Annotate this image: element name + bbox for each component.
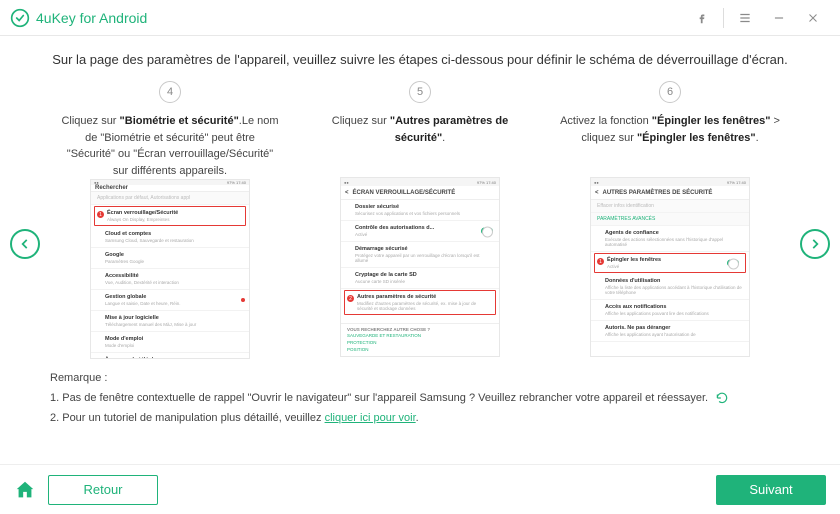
phone-statusbar: ●●97% 17:40 [341, 178, 499, 186]
step-4: 4 Cliquez sur "Biométrie et sécurité".Le… [60, 81, 280, 359]
remark-line1: 1. Pas de fenêtre contextuelle de rappel… [50, 389, 790, 409]
phone-statusbar: ●●97% 17:40 [591, 178, 749, 186]
list-item: Mise à jour logicielleTéléchargement man… [91, 311, 249, 332]
footer-bar: Retour Suivant [0, 464, 840, 514]
menu-icon [738, 11, 752, 25]
list-item: À propos du téléphone [91, 353, 249, 359]
prev-page-button[interactable] [10, 229, 40, 259]
phone-header: <ÉCRAN VERROUILLAGE/SÉCURITÉ [341, 186, 499, 200]
list-item: Accès aux notificationsAffiche les appli… [591, 300, 749, 321]
subhead: Applications par défaut, Autorisations a… [91, 192, 249, 205]
step-number: 4 [159, 81, 181, 103]
titlebar: 4uKey for Android [0, 0, 840, 36]
minimize-icon [772, 11, 786, 25]
app-window: 4uKey for Android Sur la page des paramè… [0, 0, 840, 514]
phone-footer: VOUS RECHERCHEZ AUTRE CHOSE ? SAUVEGARDE… [341, 323, 499, 356]
list-item: Données d'utilisationAffiche la liste de… [591, 274, 749, 300]
list-item: Autoris. Ne pas dérangerAffiche les appl… [591, 321, 749, 342]
phone-list: Dossier sécuriséSécurisez vos applicatio… [341, 200, 499, 323]
list-item: Gestion globaleLangue et saisie, Date et… [91, 290, 249, 311]
list-item: Dossier sécuriséSécurisez vos applicatio… [341, 200, 499, 221]
list-item: Contrôle des autorisations d...Activé [341, 221, 499, 242]
remark-label: Remarque : [50, 369, 790, 389]
app-title: 4uKey for Android [36, 10, 147, 26]
list-item: 1Épingler les fenêtresActivé [594, 253, 746, 273]
list-item: GoogleParamètres Google [91, 248, 249, 269]
step-text: Cliquez sur "Biométrie et sécurité".Le n… [60, 113, 280, 179]
screenshot-step4: ●●97% 17:40 Rechercher Applications par … [90, 179, 250, 359]
menu-button[interactable] [728, 1, 762, 35]
screenshot-step5: ●●97% 17:40 <ÉCRAN VERROUILLAGE/SÉCURITÉ… [340, 177, 500, 357]
list-item: Mode d'emploiMode d'emploi [91, 332, 249, 353]
list-item: Cryptage de la carte SDAucune carte SD i… [341, 268, 499, 289]
grey-item: Effacer infos identification [591, 200, 749, 213]
content-area: Sur la page des paramètres de l'appareil… [0, 36, 840, 464]
tutorial-link[interactable]: cliquer ici pour voir [325, 412, 416, 424]
next-page-button[interactable] [800, 229, 830, 259]
step-text: Cliquez sur "Autres paramètres de sécuri… [310, 113, 530, 177]
facebook-button[interactable] [685, 1, 719, 35]
screenshot-step6: ●●97% 17:40 <AUTRES PARAMÈTRES DE SÉCURI… [590, 177, 750, 357]
step-number: 6 [659, 81, 681, 103]
chevron-right-icon [808, 237, 822, 251]
minimize-button[interactable] [762, 1, 796, 35]
toggle-icon [727, 260, 739, 267]
step-6: 6 Activez la fonction "Épingler les fenê… [560, 81, 780, 359]
phone-list: Agents de confianceExécute des actions s… [591, 226, 749, 356]
remark-line2: 2. Pour un tutoriel de manipulation plus… [50, 409, 790, 429]
facebook-icon [695, 11, 709, 25]
home-icon [14, 479, 36, 501]
page-title: Sur la page des paramètres de l'appareil… [50, 52, 790, 67]
remark-block: Remarque : 1. Pas de fenêtre contextuell… [50, 369, 790, 428]
close-button[interactable] [796, 1, 830, 35]
step-5: 5 Cliquez sur "Autres paramètres de sécu… [310, 81, 530, 359]
list-item: 1Écran verrouillage/SécuritéAlways On Di… [94, 206, 246, 226]
phone-search: Rechercher [91, 185, 249, 192]
next-button[interactable]: Suivant [716, 475, 826, 505]
phone-list: 1Écran verrouillage/SécuritéAlways On Di… [91, 205, 249, 359]
home-button[interactable] [14, 479, 36, 501]
phone-header: <AUTRES PARAMÈTRES DE SÉCURITÉ [591, 186, 749, 200]
chevron-left-icon [18, 237, 32, 251]
list-item: AccessibilitéVue, Audition, Dextérité et… [91, 269, 249, 290]
logo-icon [10, 8, 30, 28]
app-logo: 4uKey for Android [10, 8, 147, 28]
list-item: Agents de confianceExécute des actions s… [591, 226, 749, 252]
list-item: Démarrage sécuriséProtégez votre apparei… [341, 242, 499, 268]
list-item: 2Autres paramètres de sécuritéModifiez d… [344, 290, 496, 315]
refresh-button[interactable] [715, 391, 729, 405]
section-label: PARAMÈTRES AVANCÉS [591, 213, 749, 226]
toggle-icon [481, 228, 493, 235]
back-button[interactable]: Retour [48, 475, 158, 505]
alert-dot-icon [241, 298, 245, 302]
step-number: 5 [409, 81, 431, 103]
steps-container: 4 Cliquez sur "Biométrie et sécurité".Le… [50, 81, 790, 359]
separator [723, 8, 724, 28]
list-item: Cloud et comptesSamsung Cloud, Sauvegard… [91, 227, 249, 248]
close-icon [807, 12, 819, 24]
step-text: Activez la fonction "Épingler les fenêtr… [560, 113, 780, 177]
refresh-icon [715, 391, 729, 405]
